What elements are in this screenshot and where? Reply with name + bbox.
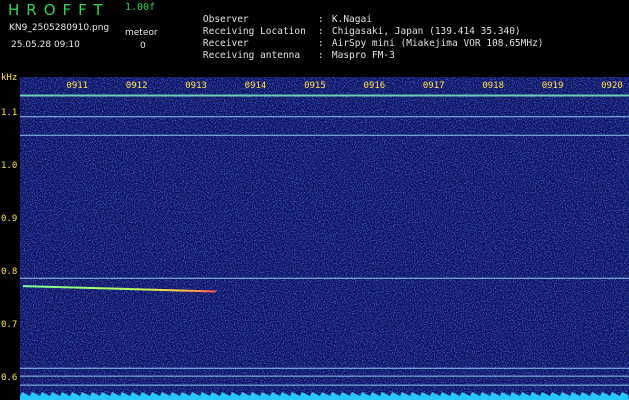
hrofft-display: HROFFT 1.00f KN9_2505280910.png 25.05.28… bbox=[0, 0, 629, 400]
y-tick-label: 1.0 bbox=[1, 161, 18, 172]
x-tick-label: 0911 bbox=[66, 81, 89, 91]
x-tick-label: 0917 bbox=[422, 81, 445, 91]
x-tick-label: 0918 bbox=[482, 81, 504, 91]
x-tick-label: 0913 bbox=[185, 81, 207, 91]
info-receiver: Receiver: AirSpy mini (Miakejima VOR 108.… bbox=[202, 38, 544, 49]
y-axis-unit: kHz bbox=[1, 73, 18, 83]
x-tick-label: 0914 bbox=[244, 81, 267, 91]
info-location: Receiving Location: Chigasaki, Japan (139… bbox=[202, 26, 521, 37]
version-label: 1.00f bbox=[125, 2, 156, 13]
y-tick-label: 0.9 bbox=[1, 213, 18, 224]
y-tick-label: 0.8 bbox=[1, 266, 18, 277]
y-tick-label: 1.1 bbox=[1, 108, 18, 119]
info-value: Maspro FM-3 bbox=[331, 50, 395, 61]
info-key: Receiving antenna bbox=[202, 50, 301, 61]
x-tick-label: 0915 bbox=[304, 81, 326, 91]
file-name: KN9_2505280910.png bbox=[9, 23, 110, 33]
info-antenna: Receiving antenna: Maspro FM-3 bbox=[202, 50, 395, 61]
y-tick-label: 0.6 bbox=[1, 372, 18, 383]
y-tick-label: 0.7 bbox=[1, 319, 18, 330]
x-tick-label: 0920 bbox=[601, 81, 623, 91]
meteor-count: 0 bbox=[140, 41, 146, 51]
x-tick-label: 0916 bbox=[363, 81, 386, 91]
timestamp: 25.05.28 09:10 bbox=[11, 40, 80, 50]
info-observer: Observer: K.Nagai bbox=[202, 14, 372, 25]
spectrogram bbox=[20, 77, 629, 400]
app-title: HROFFT bbox=[8, 1, 110, 19]
x-tick-label: 0919 bbox=[541, 81, 564, 91]
x-tick-label: 0912 bbox=[125, 81, 148, 91]
spectrogram-svg bbox=[20, 77, 629, 400]
meteor-label: meteor bbox=[125, 28, 158, 38]
noise-texture bbox=[20, 77, 629, 400]
